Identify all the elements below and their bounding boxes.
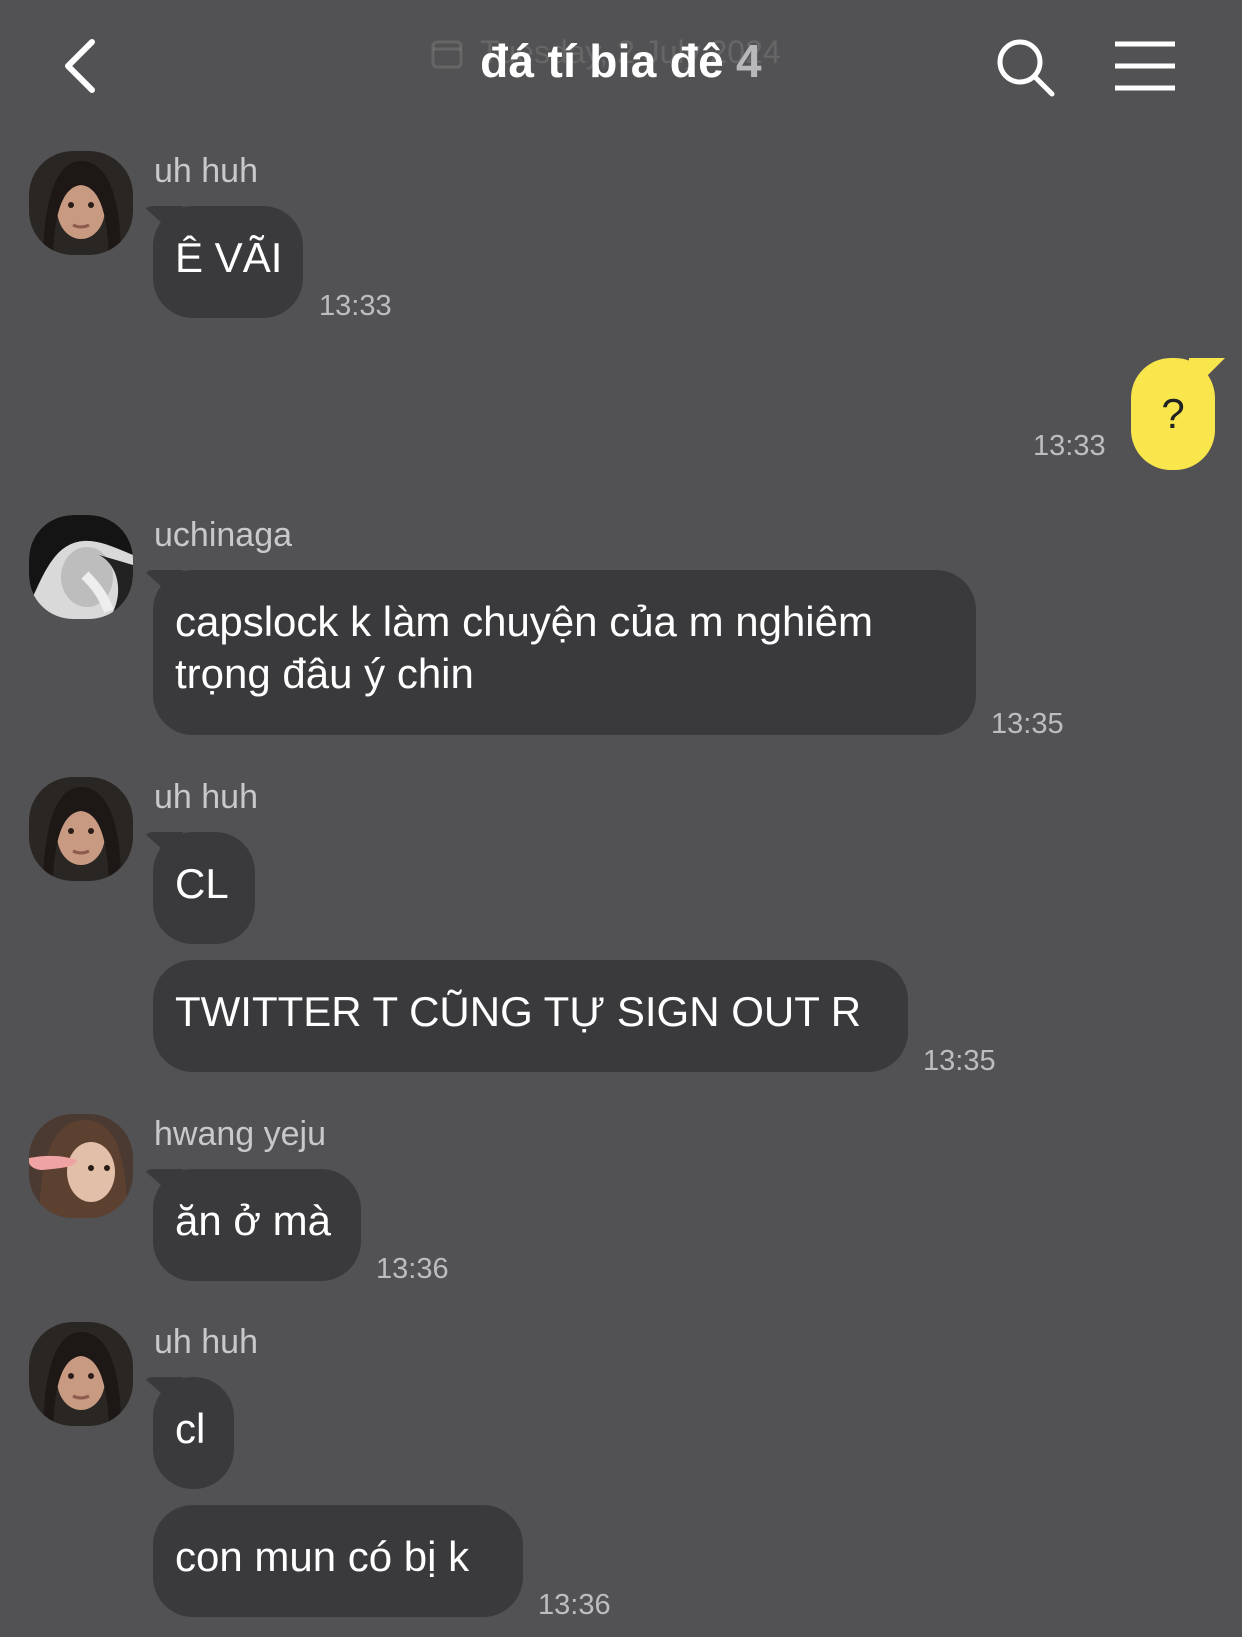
avatar-photo (29, 151, 133, 255)
message-time: 13:36 (538, 1589, 611, 1621)
message-text: Ê VÃI (175, 234, 283, 281)
message-text: ăn ở mà (175, 1197, 331, 1244)
sender-name: uh huh (154, 1323, 258, 1361)
search-icon (997, 39, 1055, 97)
sender-name: uchinaga (154, 516, 293, 554)
message-bubble[interactable]: TWITTER T CŨNG TỰ SIGN OUT R (153, 960, 908, 1072)
message-bubble[interactable]: con mun có bị k (153, 1505, 523, 1617)
menu-button[interactable] (1110, 36, 1180, 96)
message-text: TWITTER T CŨNG TỰ SIGN OUT R (175, 988, 862, 1035)
avatar[interactable] (29, 1114, 133, 1218)
message-bubble[interactable]: capslock k làm chuyện của m nghiêm trọng… (153, 570, 976, 735)
avatar[interactable] (29, 1322, 133, 1426)
message-text: capslock k làm chuyện của m nghiêm trọng… (175, 598, 873, 697)
message-text: ? (1161, 390, 1185, 437)
message-bubble[interactable]: Ê VÃI (153, 206, 303, 318)
avatar-photo (29, 1322, 133, 1426)
avatar-photo (29, 1114, 133, 1218)
message-text: cl (175, 1405, 206, 1452)
message-text: con mun có bị k (175, 1533, 470, 1580)
chat-name: đá tí bia đê (480, 35, 724, 87)
my-message-bubble[interactable]: ? (1131, 358, 1215, 470)
search-button[interactable] (990, 32, 1060, 102)
sender-name: uh huh (154, 778, 258, 816)
message-time: 13:33 (1033, 430, 1106, 462)
avatar[interactable] (29, 151, 133, 255)
avatar[interactable] (29, 515, 133, 619)
avatar[interactable] (29, 777, 133, 881)
chat-header: Tuesday, 2 July 2024 đá tí bia đê 4 (0, 0, 1242, 130)
message-bubble[interactable]: CL (153, 832, 255, 944)
avatar-photo (29, 777, 133, 881)
message-bubble[interactable]: cl (153, 1377, 234, 1489)
sender-name: uh huh (154, 152, 258, 190)
hamburger-menu-icon (1115, 41, 1175, 91)
avatar-photo (29, 515, 133, 619)
message-time: 13:33 (319, 290, 392, 322)
message-text: CL (175, 860, 229, 907)
message-time: 13:35 (923, 1045, 996, 1077)
message-time: 13:35 (991, 708, 1064, 740)
member-count: 4 (735, 35, 762, 87)
message-time: 13:36 (376, 1253, 449, 1285)
sender-name: hwang yeju (154, 1115, 327, 1153)
message-bubble[interactable]: ăn ở mà (153, 1169, 361, 1281)
